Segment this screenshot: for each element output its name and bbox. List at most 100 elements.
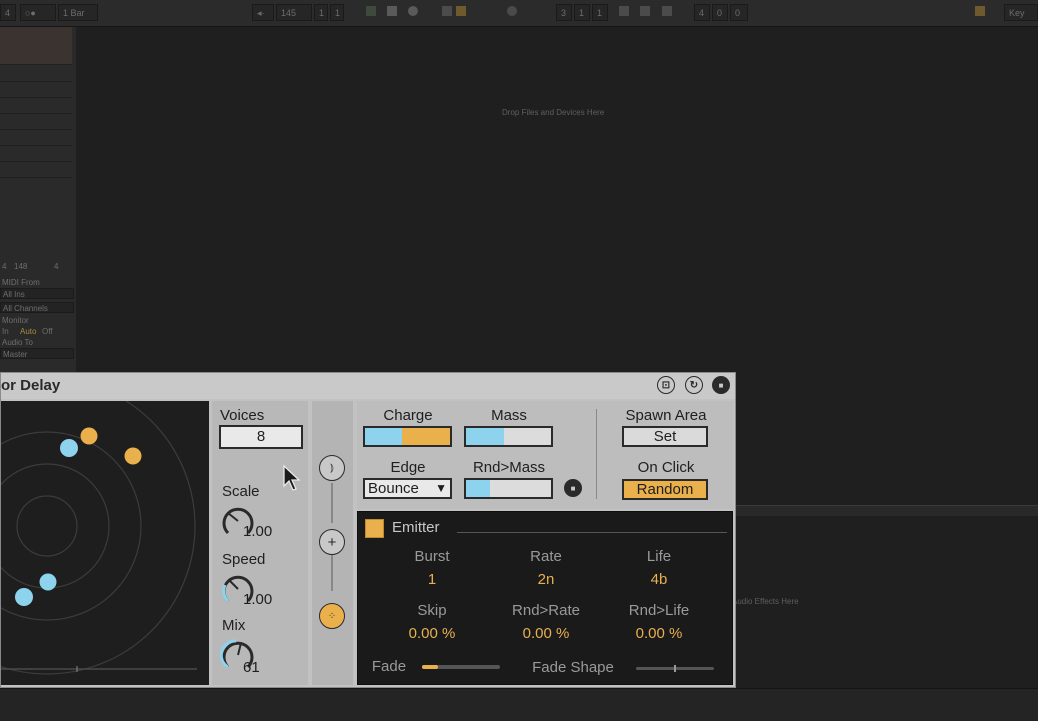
- quantize-toggle[interactable]: ○●: [20, 4, 56, 21]
- position-beat[interactable]: 1: [574, 4, 590, 21]
- clip-slot[interactable]: [0, 99, 72, 114]
- loop-length-beats[interactable]: 0: [712, 4, 728, 21]
- voices-field[interactable]: 8: [219, 425, 303, 449]
- edge-select[interactable]: Bounce ▼: [363, 478, 452, 499]
- emitter-toggle[interactable]: [365, 519, 384, 538]
- clip-slot[interactable]: [0, 115, 72, 130]
- particles: [15, 427, 142, 606]
- fade-label: Fade: [371, 658, 407, 675]
- fade-fill: [422, 665, 438, 669]
- mode-column: ⦆ + ⁘: [312, 401, 353, 685]
- tap-button[interactable]: ◂·: [252, 4, 274, 21]
- particle-orange: [80, 427, 98, 445]
- particle-display[interactable]: [0, 377, 209, 685]
- rnd-rate-value[interactable]: 0.00 %: [523, 625, 570, 642]
- burst-label: Burst: [414, 548, 450, 565]
- loop-length-sixteenths[interactable]: 0: [730, 4, 748, 21]
- particle-orange: [124, 447, 142, 465]
- clip-slot[interactable]: [0, 83, 72, 98]
- rate-label: Rate: [530, 548, 562, 565]
- midi-from-select[interactable]: All Ins: [0, 288, 74, 299]
- save-preset-icon[interactable]: ■: [564, 479, 582, 497]
- rnd-life-value[interactable]: 0.00 %: [636, 625, 683, 642]
- audio-to-select[interactable]: Master: [0, 348, 74, 359]
- particle-blue: [15, 588, 33, 606]
- rnd-life-label: Rnd>Life: [628, 602, 690, 619]
- divider: [735, 505, 1038, 516]
- rate-value[interactable]: 2n: [538, 571, 555, 588]
- mass-fill: [466, 428, 505, 445]
- spawn-set-button[interactable]: Set: [622, 426, 708, 447]
- channel-select[interactable]: All Channels: [0, 302, 74, 313]
- device-title-bar[interactable]: or Delay ⊡ ↻ ■: [1, 373, 735, 399]
- audio-emit-icon[interactable]: ⦆: [319, 455, 345, 481]
- emitter-rule: [457, 532, 727, 533]
- mass-slider[interactable]: [464, 426, 553, 447]
- save-icon[interactable]: ■: [712, 376, 730, 394]
- fade-shape-slider[interactable]: [636, 665, 714, 672]
- life-label: Life: [646, 548, 672, 565]
- clip-slot[interactable]: [0, 163, 72, 178]
- pencil-icon[interactable]: [975, 6, 985, 16]
- monitor-off[interactable]: Off: [40, 326, 64, 337]
- tempo-field[interactable]: 145: [276, 4, 312, 21]
- automation-arm-icon[interactable]: [442, 6, 452, 16]
- chevron-down-icon: ▼: [435, 481, 447, 495]
- life-value[interactable]: 4b: [651, 571, 668, 588]
- edge-value: Bounce: [368, 480, 419, 497]
- speed-value: 1.00: [243, 591, 273, 608]
- monitor-auto[interactable]: Auto: [18, 326, 42, 337]
- hotswap-icon[interactable]: ⊡: [657, 376, 675, 394]
- mass-label: Mass: [491, 407, 527, 424]
- mix-label: Mix: [222, 617, 246, 634]
- follow-icon[interactable]: [640, 6, 650, 16]
- charge-slider[interactable]: [363, 426, 452, 447]
- rnd-mass-slider[interactable]: [464, 478, 553, 499]
- midi-indicator[interactable]: 4: [0, 4, 16, 21]
- rnd-rate-label: Rnd>Rate: [512, 602, 580, 619]
- record-icon[interactable]: [408, 6, 418, 16]
- skip-value[interactable]: 0.00 %: [409, 625, 456, 642]
- play-icon[interactable]: [366, 6, 376, 16]
- stop-icon[interactable]: [387, 6, 397, 16]
- monitor-label: Monitor: [2, 316, 29, 325]
- envelope-icon[interactable]: [662, 6, 672, 16]
- midi-from-label: MIDI From: [2, 278, 40, 287]
- time-sig-denominator[interactable]: 1: [330, 4, 344, 21]
- punch-icon[interactable]: [456, 6, 466, 16]
- fade-shape-handle[interactable]: [674, 665, 676, 672]
- refresh-icon[interactable]: ↻: [685, 376, 703, 394]
- emitter-section: Emitter Burst 1 Rate 2n Life 4b Skip 0.0…: [357, 511, 733, 685]
- device-title: or Delay: [1, 377, 61, 394]
- add-particle-icon[interactable]: +: [319, 529, 345, 555]
- position-sixteenth[interactable]: 1: [592, 4, 608, 21]
- track-column: 4 148 4 MIDI From All Ins All Channels M…: [0, 27, 76, 372]
- clip-slot[interactable]: [0, 131, 72, 146]
- charge-positive-fill: [402, 428, 450, 445]
- loop-icon[interactable]: [507, 6, 517, 16]
- track-header[interactable]: [0, 27, 72, 65]
- particle-blue: [39, 573, 57, 591]
- device-panel: or Delay ⊡ ↻ ■ Voices 8 Scale 1.00 Speed…: [0, 372, 736, 688]
- status-bar: [0, 688, 1038, 721]
- clip-slot[interactable]: [0, 147, 72, 162]
- voices-label: Voices: [220, 407, 265, 424]
- scale-label: Scale: [222, 483, 260, 500]
- burst-value[interactable]: 1: [428, 571, 436, 588]
- draw-mode-icon[interactable]: [619, 6, 629, 16]
- clip-slot[interactable]: [0, 67, 72, 82]
- time-sig-numerator[interactable]: 1: [314, 4, 328, 21]
- launch-quantization-select[interactable]: 1 Bar: [58, 4, 98, 21]
- spawn-area-label: Spawn Area: [625, 407, 707, 424]
- loop-length-bars[interactable]: 4: [694, 4, 710, 21]
- io-number: 4: [54, 262, 59, 271]
- fade-slider[interactable]: [422, 665, 500, 669]
- speed-label: Speed: [222, 551, 266, 568]
- on-click-select[interactable]: Random: [622, 479, 708, 500]
- mouse-cursor-icon: [283, 464, 301, 491]
- particles-mode-icon[interactable]: ⁘: [319, 603, 345, 629]
- audio-to-label: Audio To: [2, 338, 33, 347]
- position-bar[interactable]: 3: [556, 4, 572, 21]
- key-map-button[interactable]: Key: [1004, 4, 1038, 21]
- monitor-in[interactable]: In: [0, 326, 20, 337]
